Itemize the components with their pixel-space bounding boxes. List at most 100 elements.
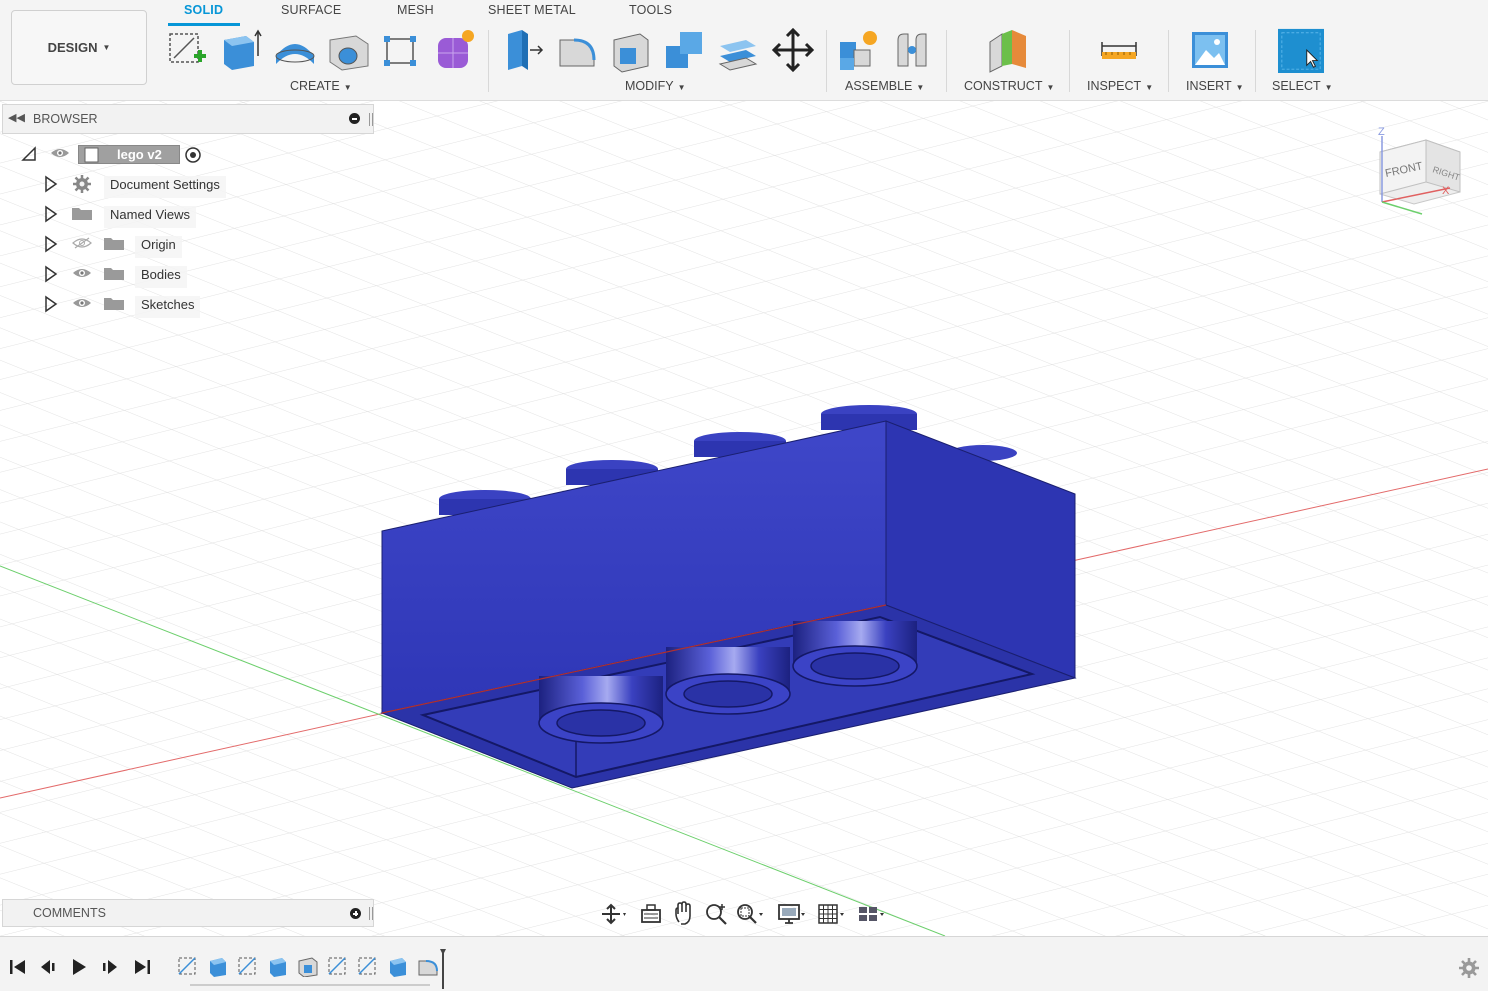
viewcube-axis-z: Z xyxy=(1378,126,1385,138)
tab-solid[interactable]: SOLID xyxy=(184,3,223,17)
expand-triangle-icon[interactable] xyxy=(44,205,58,223)
tree-item-origin[interactable]: Origin xyxy=(44,232,244,258)
eye-icon[interactable] xyxy=(72,297,92,309)
orbit-icon[interactable] xyxy=(598,900,628,928)
tree-item-label: Sketches xyxy=(135,296,201,318)
browser-header[interactable]: ◀◀ BROWSER xyxy=(2,104,374,134)
create-form-button[interactable] xyxy=(432,26,478,74)
inspect-menu[interactable]: INSPECT ▼ xyxy=(1087,79,1153,93)
modify-menu-label: MODIFY xyxy=(625,79,674,93)
select-menu[interactable]: SELECT ▼ xyxy=(1272,79,1333,93)
assemble-menu[interactable]: ASSEMBLE ▼ xyxy=(845,79,924,93)
offset-plane-button[interactable] xyxy=(986,26,1032,74)
joint-button[interactable] xyxy=(890,26,936,74)
expand-triangle-icon[interactable] xyxy=(44,235,58,253)
tree-item-label: Document Settings xyxy=(104,176,226,198)
expanded-triangle-icon[interactable] xyxy=(20,145,38,163)
timeline-sketch-icon[interactable] xyxy=(356,955,380,977)
folder-icon xyxy=(72,208,92,220)
timeline-sketch-icon[interactable] xyxy=(176,955,200,977)
construct-menu[interactable]: CONSTRUCT ▼ xyxy=(964,79,1054,93)
expand-triangle-icon[interactable] xyxy=(44,265,58,283)
pan-hand-icon[interactable] xyxy=(670,900,700,928)
step-forward-icon[interactable] xyxy=(100,957,120,977)
chevron-down-icon: ▼ xyxy=(102,43,111,52)
pattern-button[interactable] xyxy=(378,26,424,74)
document-icon xyxy=(84,147,99,163)
new-component-button[interactable] xyxy=(836,26,882,74)
go-to-end-icon[interactable] xyxy=(132,957,152,977)
tab-tools[interactable]: TOOLS xyxy=(629,3,672,17)
combine-button[interactable] xyxy=(662,26,708,74)
tree-item-bodies[interactable]: Bodies xyxy=(44,262,244,288)
timeline-fillet-icon[interactable] xyxy=(416,955,440,977)
timeline-shell-icon[interactable] xyxy=(296,955,320,977)
timeline-extrude-icon[interactable] xyxy=(386,955,410,977)
eye-icon[interactable] xyxy=(72,267,92,279)
move-copy-button[interactable] xyxy=(770,26,816,74)
extrude-button[interactable] xyxy=(218,26,264,74)
hole-button[interactable] xyxy=(326,26,372,74)
viewports-icon[interactable] xyxy=(856,900,886,928)
toolbar-divider xyxy=(826,30,827,92)
select-button[interactable] xyxy=(1278,26,1326,74)
press-pull-button[interactable] xyxy=(500,26,546,74)
insert-image-button[interactable] xyxy=(1188,26,1234,74)
folder-icon xyxy=(104,238,124,250)
eye-icon[interactable] xyxy=(50,147,70,159)
timeline-settings-gear-icon[interactable] xyxy=(1458,957,1480,979)
timeline-sketch-icon[interactable] xyxy=(236,955,260,977)
collapse-minus-icon[interactable] xyxy=(349,113,360,124)
fillet-button[interactable] xyxy=(554,26,600,74)
toolbar-divider xyxy=(946,30,947,92)
timeline-sketch-icon[interactable] xyxy=(326,955,350,977)
timeline-marker[interactable] xyxy=(440,949,446,989)
zoom-icon[interactable] xyxy=(702,900,732,928)
add-comment-icon[interactable] xyxy=(350,908,361,919)
view-cube[interactable]: FRONT RIGHT Z X xyxy=(1370,122,1466,222)
comments-panel[interactable]: COMMENTS xyxy=(2,899,374,927)
go-to-start-icon[interactable] xyxy=(8,957,28,977)
insert-menu[interactable]: INSERT ▼ xyxy=(1186,79,1244,93)
viewcube-axis-x: X xyxy=(1442,185,1450,197)
panel-grip-icon[interactable] xyxy=(369,113,373,126)
fit-zoom-icon[interactable] xyxy=(734,900,764,928)
measure-button[interactable] xyxy=(1096,26,1142,74)
play-icon[interactable] xyxy=(69,957,89,977)
revolve-button[interactable] xyxy=(272,26,318,74)
fusion-app-window: FRONT RIGHT Z X DESIGN ▼ SOLID SURFACE ME… xyxy=(0,0,1488,991)
comments-title: COMMENTS xyxy=(33,906,106,920)
select-menu-label: SELECT xyxy=(1272,79,1321,93)
offset-faces-button[interactable] xyxy=(716,26,762,74)
tab-sheet-metal[interactable]: SHEET METAL xyxy=(488,3,576,17)
toolbar-divider xyxy=(1069,30,1070,92)
modify-menu[interactable]: MODIFY ▼ xyxy=(625,79,686,93)
collapse-panel-icon[interactable]: ◀◀ xyxy=(8,111,25,124)
create-sketch-button[interactable] xyxy=(164,26,210,74)
timeline-extrude-icon[interactable] xyxy=(266,955,290,977)
activate-radio-icon[interactable] xyxy=(184,146,202,164)
workspace-switcher[interactable]: DESIGN ▼ xyxy=(11,10,147,85)
timeline-extrude-icon[interactable] xyxy=(206,955,230,977)
grid-settings-icon[interactable] xyxy=(816,900,846,928)
chevron-down-icon: ▼ xyxy=(677,83,686,92)
step-back-icon[interactable] xyxy=(38,957,58,977)
chevron-down-icon: ▼ xyxy=(1145,83,1154,92)
tree-item-label: Bodies xyxy=(135,266,187,288)
tree-root-label[interactable]: lego v2 xyxy=(78,145,180,164)
tree-item-document-settings[interactable]: Document Settings xyxy=(44,172,244,198)
look-at-icon[interactable] xyxy=(638,900,668,928)
expand-triangle-icon[interactable] xyxy=(44,295,58,313)
panel-grip-icon[interactable] xyxy=(369,907,373,920)
tree-item-named-views[interactable]: Named Views xyxy=(44,202,244,228)
create-menu[interactable]: CREATE ▼ xyxy=(290,79,352,93)
eye-hidden-icon[interactable] xyxy=(72,237,92,249)
tree-item-sketches[interactable]: Sketches xyxy=(44,292,244,318)
browser-title: BROWSER xyxy=(33,112,98,126)
display-settings-icon[interactable] xyxy=(776,900,806,928)
tab-mesh[interactable]: MESH xyxy=(397,3,434,17)
expand-triangle-icon[interactable] xyxy=(44,175,58,193)
shell-button[interactable] xyxy=(608,26,654,74)
tab-surface[interactable]: SURFACE xyxy=(281,3,341,17)
chevron-down-icon: ▼ xyxy=(1046,83,1055,92)
